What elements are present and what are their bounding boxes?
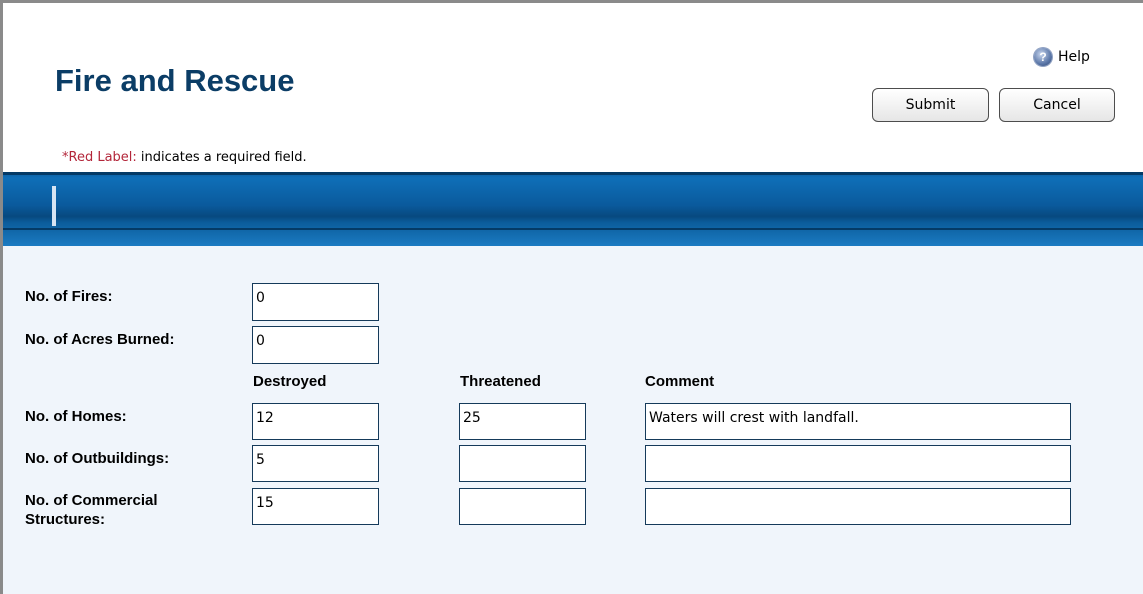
homes-label: No. of Homes: — [25, 408, 127, 425]
outbuildings-threatened-input[interactable] — [459, 445, 586, 482]
band-mid-line — [3, 228, 1143, 230]
required-field-note: *Red Label: indicates a required field. — [62, 150, 307, 165]
commercial-threatened-input[interactable] — [459, 488, 586, 525]
commercial-destroyed-input[interactable]: 15 — [252, 488, 379, 525]
submit-button[interactable]: Submit — [872, 88, 989, 122]
outbuildings-destroyed-input[interactable]: 5 — [252, 445, 379, 482]
required-label: *Red Label: — [62, 150, 137, 165]
commercial-structures-label: No. of Commercial Structures: — [25, 491, 158, 529]
outbuildings-comment-input[interactable] — [645, 445, 1071, 482]
column-header-comment: Comment — [645, 373, 715, 390]
help-label: Help — [1058, 49, 1090, 65]
acres-burned-label: No. of Acres Burned: — [25, 331, 175, 348]
band-divider — [52, 186, 56, 226]
page-title: Fire and Rescue — [55, 63, 295, 98]
homes-destroyed-input[interactable]: 12 — [252, 403, 379, 440]
column-header-threatened: Threatened — [460, 373, 541, 390]
commercial-structures-label-line2: Structures: — [25, 511, 106, 528]
column-header-destroyed: Destroyed — [253, 373, 327, 390]
question-circle-icon: ? — [1034, 48, 1052, 66]
commercial-comment-input[interactable] — [645, 488, 1071, 525]
cancel-button[interactable]: Cancel — [999, 88, 1115, 122]
commercial-structures-label-line1: No. of Commercial — [25, 492, 158, 509]
acres-burned-input[interactable]: 0 — [252, 326, 379, 364]
homes-comment-input[interactable]: Waters will crest with landfall. — [645, 403, 1071, 440]
section-header-band — [3, 172, 1143, 246]
fires-input[interactable]: 0 — [252, 283, 379, 321]
homes-threatened-input[interactable]: 25 — [459, 403, 586, 440]
band-top-line — [3, 172, 1143, 175]
outbuildings-label: No. of Outbuildings: — [25, 450, 170, 467]
fires-label: No. of Fires: — [25, 288, 113, 305]
window-frame-top — [0, 0, 1143, 3]
help-link[interactable]: ? Help — [1034, 48, 1090, 66]
required-text: indicates a required field. — [136, 150, 307, 165]
